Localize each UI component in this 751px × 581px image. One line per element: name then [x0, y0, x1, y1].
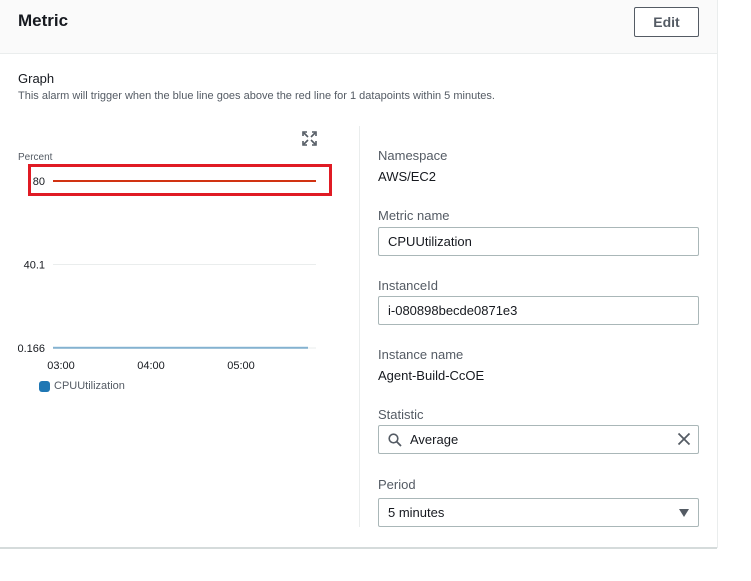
- y-axis-label: Percent: [18, 152, 53, 163]
- statistic-value: Average: [410, 432, 459, 447]
- chart-legend[interactable]: CPUUtilization: [39, 380, 125, 392]
- legend-swatch: [39, 380, 50, 392]
- period-select[interactable]: 5 minutes: [378, 498, 699, 527]
- metric-name-value: CPUUtilization: [388, 234, 472, 249]
- x-tick-label: 05:00: [227, 360, 255, 372]
- graph-title: Graph: [18, 71, 55, 86]
- instance-id-value: i-080898becde0871e3: [388, 303, 518, 318]
- metric-name-field[interactable]: CPUUtilization: [378, 227, 699, 256]
- panel-title: Metric: [18, 11, 69, 30]
- search-icon: [388, 433, 402, 447]
- instance-id-field[interactable]: i-080898becde0871e3: [378, 296, 699, 325]
- period-label: Period: [378, 477, 416, 492]
- statistic-search-field[interactable]: Average: [378, 425, 699, 454]
- instance-name-label: Instance name: [378, 347, 464, 362]
- graph-description: This alarm will trigger when the blue li…: [18, 90, 495, 102]
- panel-footer-border: [0, 547, 717, 549]
- threshold-highlight-box: [28, 164, 332, 196]
- column-divider: [359, 126, 360, 527]
- edit-button[interactable]: Edit: [634, 7, 699, 37]
- period-value: 5 minutes: [388, 505, 445, 520]
- close-icon[interactable]: [677, 432, 691, 446]
- instance-name-value: Agent-Build-CcOE: [378, 368, 485, 383]
- instance-id-label: InstanceId: [378, 278, 438, 293]
- y-tick-label: 40.1: [24, 259, 45, 271]
- namespace-label: Namespace: [378, 148, 448, 163]
- legend-label: CPUUtilization: [54, 380, 125, 392]
- panel-header: Metric Edit: [0, 0, 717, 54]
- panel-border: [717, 0, 718, 548]
- x-tick-label: 03:00: [47, 360, 75, 372]
- caret-down-icon: [679, 509, 689, 517]
- metric-name-label: Metric name: [378, 208, 450, 223]
- namespace-value: AWS/EC2: [378, 169, 437, 184]
- y-tick-label: 0.166: [17, 343, 45, 355]
- x-tick-label: 04:00: [137, 360, 165, 372]
- statistic-label: Statistic: [378, 407, 424, 422]
